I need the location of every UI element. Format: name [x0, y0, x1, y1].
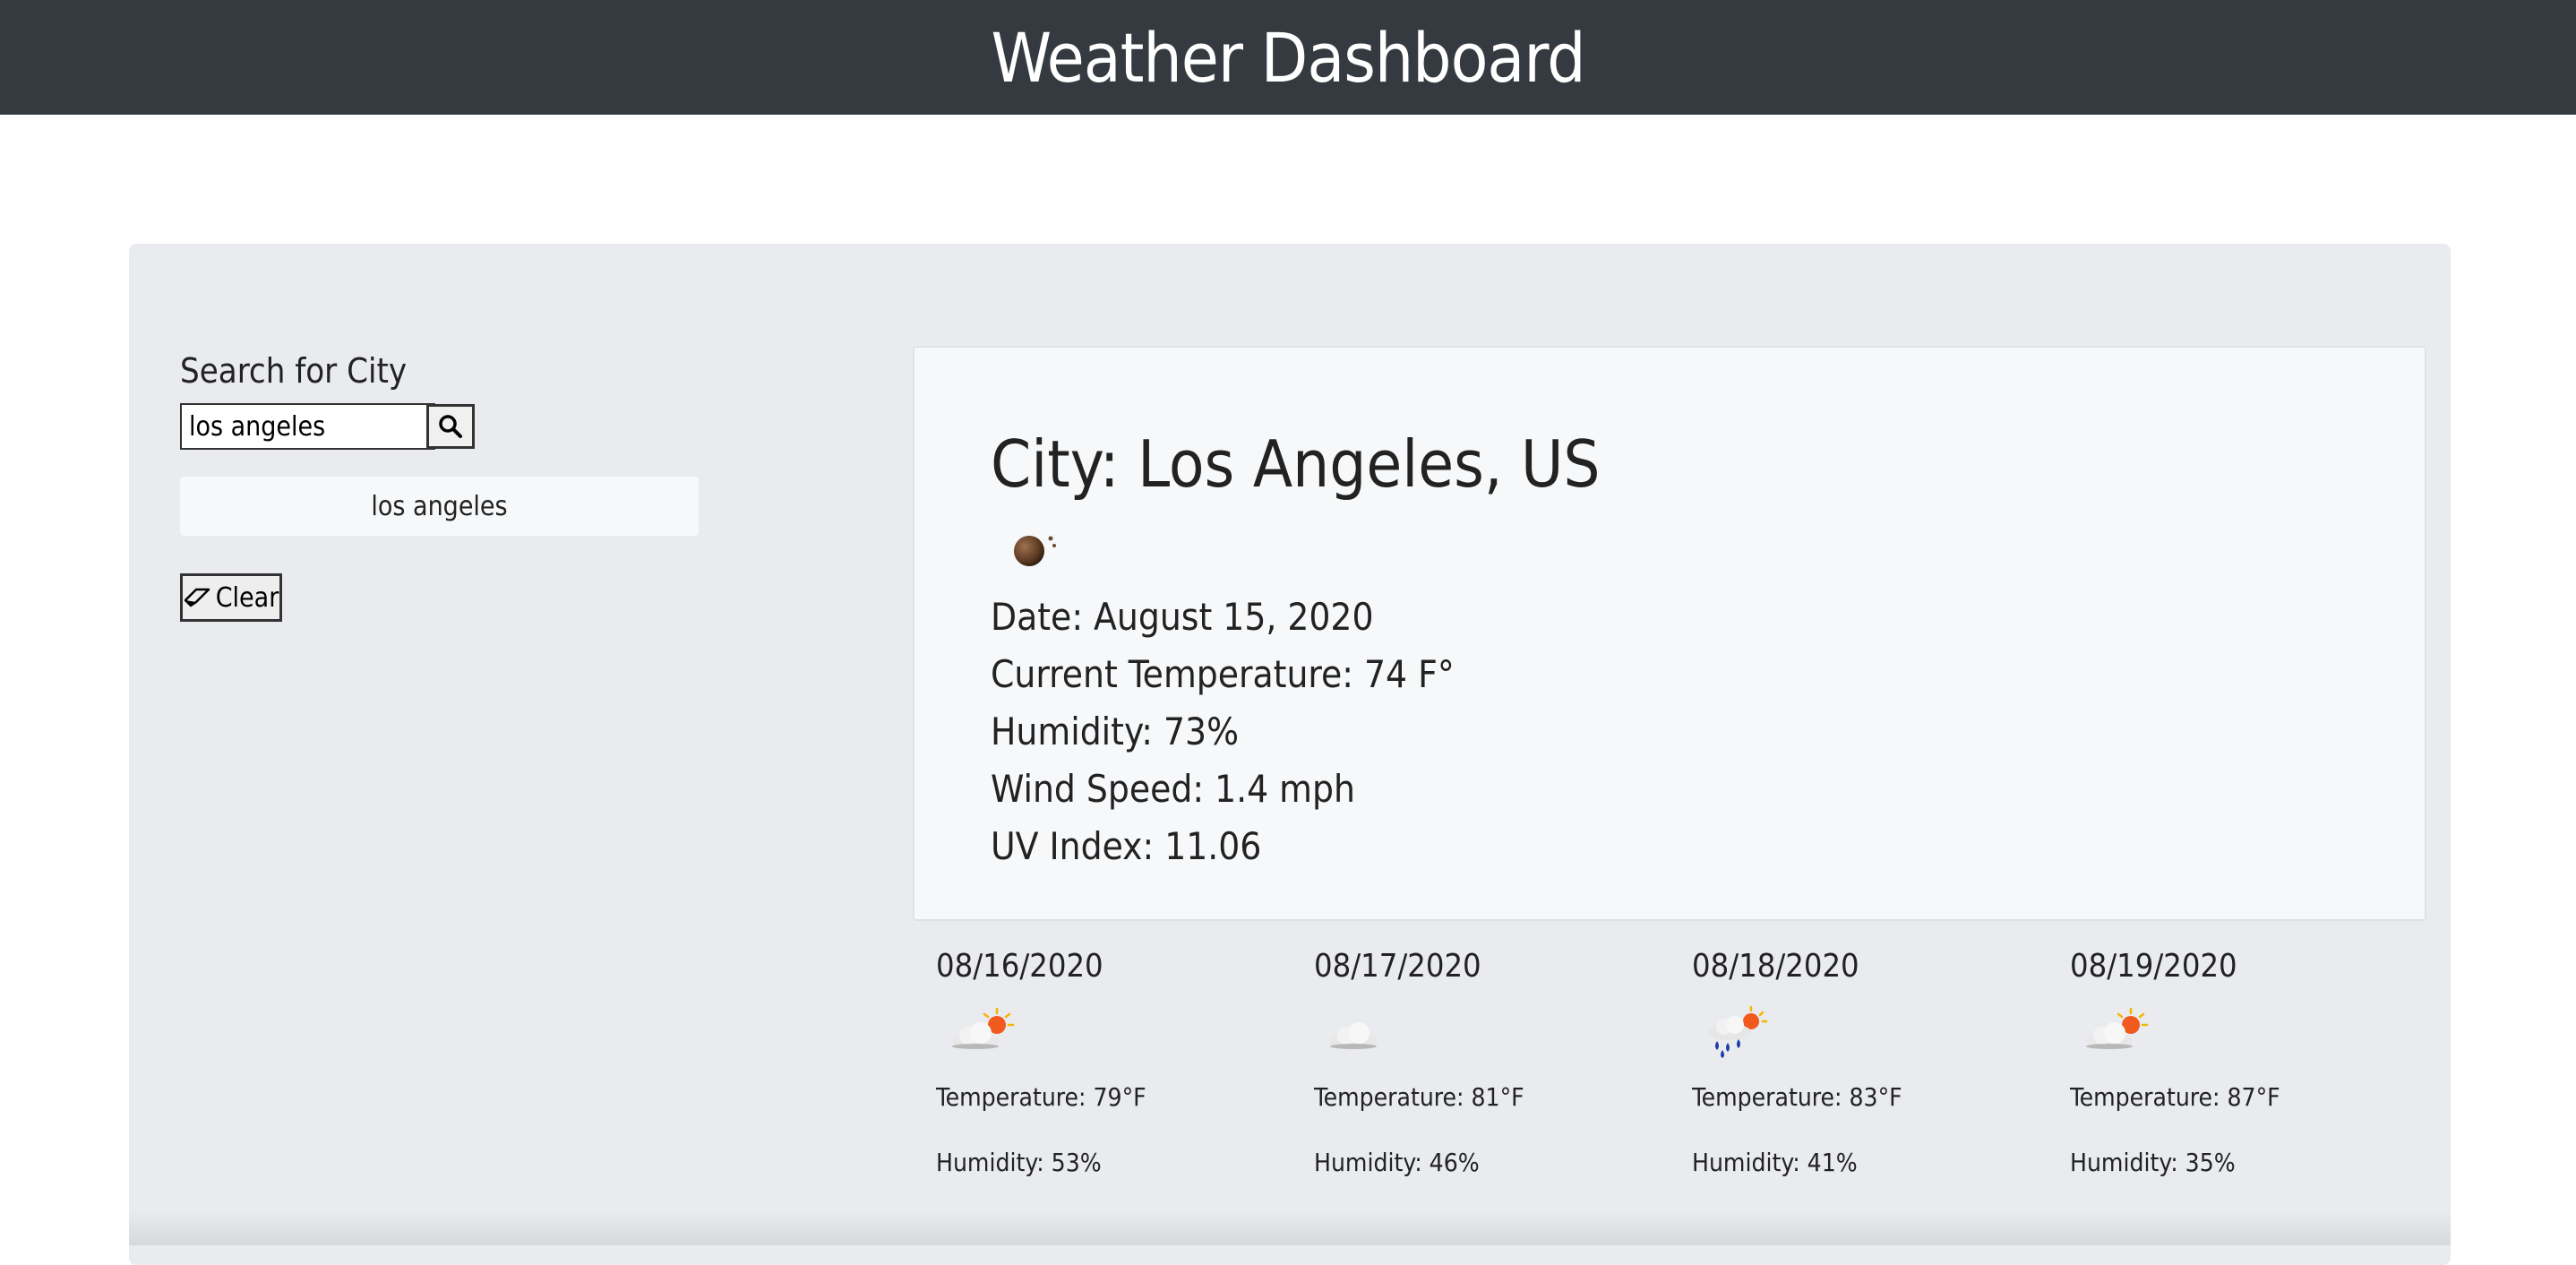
current-city: City: Los Angeles, US [991, 426, 1601, 502]
search-button[interactable] [426, 404, 475, 449]
clear-button-label: Clear [215, 581, 279, 614]
forecast-temperature: Temperature: 87°F [2070, 1082, 2280, 1112]
forecast-temperature: Temperature: 83°F [1692, 1082, 1902, 1112]
rain-sun-icon [1708, 1005, 1768, 1058]
forecast-humidity: Humidity: 46% [1314, 1148, 1480, 1177]
forecast-temperature: Temperature: 81°F [1314, 1082, 1524, 1112]
forecast-humidity: Humidity: 35% [2070, 1148, 2236, 1177]
page-title: Weather Dashboard [991, 17, 1586, 98]
current-humidity: Humidity: 73% [991, 710, 1239, 753]
history-item[interactable]: los angeles [180, 477, 699, 536]
cloud-icon [1330, 1022, 1377, 1050]
clear-button[interactable]: Clear [180, 573, 282, 622]
forecast-humidity: Humidity: 41% [1692, 1148, 1858, 1177]
city-search-input[interactable] [180, 403, 435, 450]
panel-footer-shade [129, 1211, 2451, 1245]
forecast-date: 08/19/2020 [2070, 948, 2237, 985]
hazy-night-icon [1014, 536, 1056, 566]
forecast-date: 08/18/2020 [1692, 948, 1859, 985]
partly-cloudy-icon [952, 1007, 1015, 1050]
forecast-date: 08/16/2020 [936, 948, 1103, 985]
current-temperature: Current Temperature: 74 F° [991, 652, 1455, 696]
partly-cloudy-icon [2086, 1007, 2149, 1050]
forecast-date: 08/17/2020 [1314, 948, 1481, 985]
current-uv-index: UV Index: 11.06 [991, 824, 1262, 868]
forecast-temperature: Temperature: 79°F [936, 1082, 1146, 1112]
current-wind-speed: Wind Speed: 1.4 mph [991, 767, 1355, 811]
eraser-icon [184, 588, 210, 607]
forecast-day: 08/18/2020 Temperature: 83°F Humidity: 4… [1692, 948, 1961, 1177]
current-date: Date: August 15, 2020 [991, 595, 1374, 639]
forecast-day: 08/17/2020 Temperature: 81°F Humidity: 4… [1314, 948, 1583, 1177]
search-label: Search for City [180, 351, 408, 391]
current-weather-card: City: Los Angeles, US Date: August 15, 2… [913, 346, 2426, 921]
header-bar: Weather Dashboard [0, 0, 2576, 115]
search-icon [439, 415, 462, 438]
forecast-humidity: Humidity: 53% [936, 1148, 1102, 1177]
forecast-day: 08/19/2020 Temperature: 87°F Humidity: 3… [2070, 948, 2339, 1177]
forecast-day: 08/16/2020 Temperature: 79°F Humidity: 5… [936, 948, 1205, 1177]
